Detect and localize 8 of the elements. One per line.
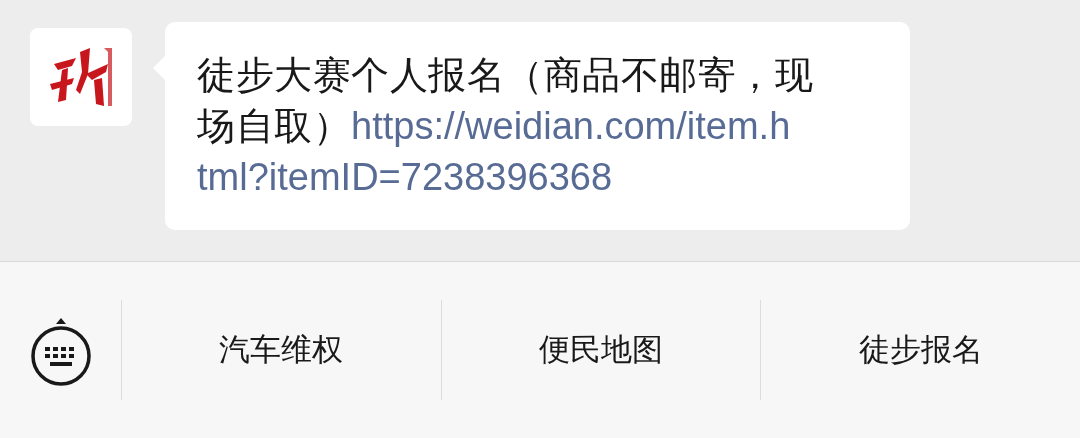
link[interactable]: https://weidian.com/item.h [351, 105, 791, 147]
avatar[interactable] [30, 28, 132, 126]
message-text: 徒步大赛个人报名（商品不邮寄，现场自取）https://weidian.com/item.h tml?itemID=7238396368 [197, 50, 827, 203]
link[interactable]: tml?itemID=7238396368 [197, 152, 613, 203]
menu-button[interactable]: 汽车维权 [121, 300, 441, 400]
menu-button[interactable]: 便民地图 [440, 300, 761, 400]
menu-button[interactable]: 徒步报名 [760, 300, 1080, 400]
keyboard-icon[interactable] [28, 317, 93, 387]
